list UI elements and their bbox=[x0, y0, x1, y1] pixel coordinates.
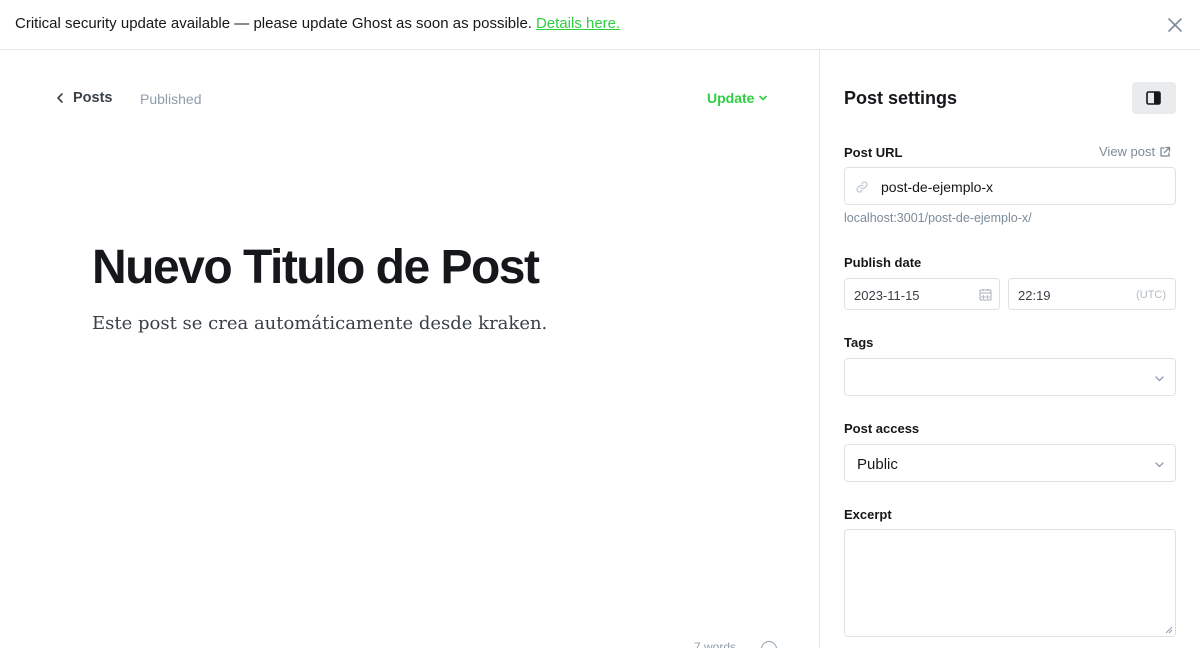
settings-title: Post settings bbox=[844, 88, 958, 108]
update-button[interactable]: Update bbox=[707, 90, 768, 106]
editor-pane bbox=[0, 50, 819, 648]
post-title[interactable]: Nuevo Titulo de Post bbox=[92, 240, 540, 295]
chevron-down-icon bbox=[1155, 462, 1164, 468]
banner-message: Critical security update available — ple… bbox=[15, 15, 532, 32]
chevron-down-icon bbox=[759, 95, 768, 101]
back-label: Posts bbox=[73, 90, 113, 106]
publish-date-label: Publish date bbox=[844, 255, 922, 270]
post-url-label: Post URL bbox=[844, 145, 903, 160]
post-access-value: Public bbox=[857, 456, 898, 473]
excerpt-label: Excerpt bbox=[844, 507, 892, 522]
banner-details-link[interactable]: Details here. bbox=[536, 15, 620, 32]
publish-date-value: 2023-11-15 bbox=[854, 288, 920, 303]
back-to-posts-link[interactable]: Posts bbox=[54, 90, 113, 106]
tags-label: Tags bbox=[844, 335, 874, 350]
calendar-icon[interactable] bbox=[979, 288, 992, 301]
sidebar-toggle-icon bbox=[1146, 91, 1161, 105]
banner-message-row: Critical security update available — ple… bbox=[15, 15, 620, 32]
excerpt-textarea[interactable] bbox=[844, 529, 1176, 637]
publish-time-input[interactable]: 22:19 (UTC) bbox=[1008, 278, 1176, 310]
resize-handle-icon[interactable] bbox=[1165, 626, 1173, 634]
update-label: Update bbox=[707, 90, 755, 106]
word-count: 7 words bbox=[694, 640, 737, 648]
post-url-value: post-de-ejemplo-x bbox=[881, 179, 994, 195]
chevron-left-icon bbox=[57, 93, 63, 103]
link-icon bbox=[856, 181, 868, 193]
post-access-label: Post access bbox=[844, 421, 920, 436]
external-link-icon bbox=[1160, 146, 1171, 157]
post-access-select[interactable]: Public bbox=[844, 444, 1176, 482]
toggle-settings-button[interactable] bbox=[1132, 82, 1176, 114]
view-post-link[interactable]: View post bbox=[1099, 144, 1171, 159]
security-banner: Critical security update available — ple… bbox=[0, 0, 1200, 50]
publish-time-value: 22:19 bbox=[1018, 288, 1051, 303]
close-icon[interactable] bbox=[1164, 14, 1186, 36]
timezone-label: (UTC) bbox=[1136, 289, 1166, 301]
view-post-label: View post bbox=[1099, 144, 1156, 159]
chevron-down-icon bbox=[1155, 376, 1164, 382]
post-status: Published bbox=[140, 91, 202, 107]
publish-date-input[interactable]: 2023-11-15 bbox=[844, 278, 1000, 310]
post-url-hint: localhost:3001/post-de-ejemplo-x/ bbox=[844, 211, 1032, 225]
post-body[interactable]: Este post se crea automáticamente desde … bbox=[92, 313, 547, 334]
tags-input[interactable] bbox=[844, 358, 1176, 396]
post-url-input[interactable]: post-de-ejemplo-x bbox=[844, 167, 1176, 205]
